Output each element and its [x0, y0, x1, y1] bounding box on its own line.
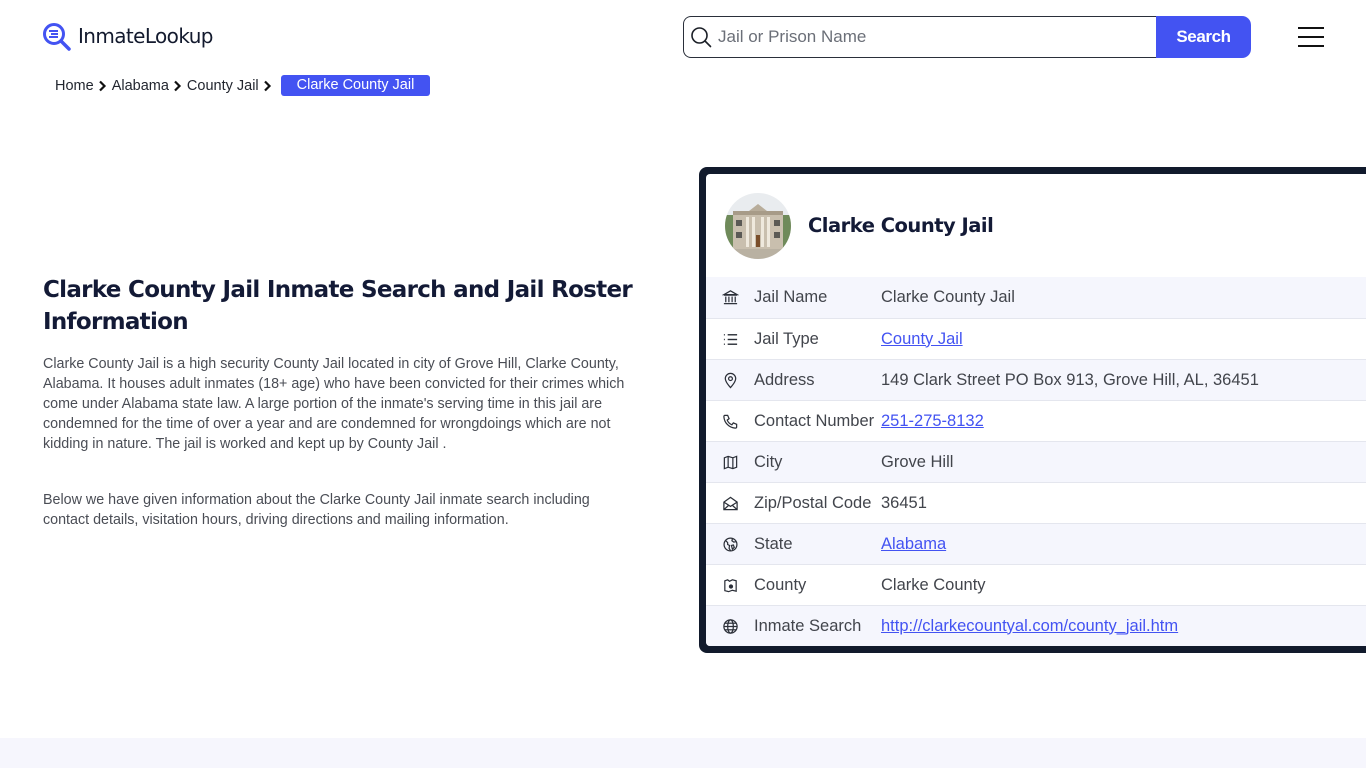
- info-row-county: County Clarke County: [706, 564, 1366, 605]
- search-button[interactable]: Search: [1156, 16, 1251, 58]
- menu-bar: [1298, 36, 1324, 38]
- map-icon: [706, 454, 754, 471]
- info-label: County: [754, 575, 807, 594]
- info-row-jail-name: Jail Name Clarke County Jail: [706, 277, 1366, 318]
- logo-magnifier-icon: [43, 23, 71, 51]
- info-label: City: [754, 452, 783, 471]
- info-value: Clarke County Jail: [881, 288, 1015, 306]
- info-label: Zip/Postal Code: [754, 493, 872, 512]
- site-logo[interactable]: InmateLookup: [42, 22, 213, 52]
- map-pin-icon: [706, 372, 754, 389]
- state-link[interactable]: Alabama: [881, 535, 946, 554]
- info-row-state: State Alabama: [706, 523, 1366, 564]
- footer-band: [0, 738, 1366, 768]
- breadcrumb-jail-type[interactable]: County Jail: [187, 78, 259, 94]
- menu-bar: [1298, 45, 1324, 47]
- info-value: 149 Clark Street PO Box 913, Grove Hill,…: [881, 370, 1259, 389]
- breadcrumb-current: Clarke County Jail: [280, 75, 431, 96]
- info-label: Jail Type: [754, 329, 819, 348]
- chevron-right-icon: [259, 80, 277, 92]
- page-title: Clarke County Jail Inmate Search and Jai…: [43, 277, 633, 335]
- card-title: Clarke County Jail: [808, 214, 994, 237]
- county-map-icon: [706, 577, 754, 594]
- info-value: Clarke County: [881, 575, 986, 594]
- info-row-inmate-search: Inmate Search http://clarkecountyal.com/…: [706, 605, 1366, 646]
- chevron-right-icon: [94, 80, 112, 92]
- mail-open-icon: [706, 495, 754, 512]
- world-icon: [706, 618, 754, 635]
- jail-info-card: Clarke County Jail Jail Name Clarke Coun…: [699, 167, 1366, 653]
- info-row-contact-number: Contact Number 251-275-8132: [706, 400, 1366, 441]
- building-columns-icon: [706, 289, 754, 306]
- info-row-city: City Grove Hill: [706, 441, 1366, 482]
- info-row-address: Address 149 Clark Street PO Box 913, Gro…: [706, 359, 1366, 400]
- search-input[interactable]: [718, 27, 1156, 47]
- breadcrumb-home[interactable]: Home: [55, 78, 94, 94]
- list-icon: [706, 331, 754, 348]
- phone-icon: [706, 413, 754, 430]
- search-box: [683, 16, 1156, 58]
- info-table: Jail Name Clarke County Jail Jail Type C…: [706, 277, 1366, 646]
- chevron-right-icon: [169, 80, 187, 92]
- info-label: Jail Name: [754, 288, 828, 306]
- hamburger-menu-icon[interactable]: [1298, 27, 1324, 47]
- phone-link[interactable]: 251-275-8132: [881, 412, 984, 431]
- jail-type-link[interactable]: County Jail: [881, 330, 963, 349]
- description-paragraph: Clarke County Jail is a high security Co…: [43, 356, 625, 452]
- info-label: Inmate Search: [754, 616, 862, 635]
- info-label: State: [754, 534, 793, 553]
- menu-bar: [1298, 27, 1324, 29]
- jail-photo: [725, 192, 791, 259]
- info-value: Grove Hill: [881, 452, 954, 471]
- info-value: 36451: [881, 493, 927, 512]
- search-form: Search: [683, 16, 1251, 58]
- info-label: Contact Number: [754, 411, 875, 430]
- courthouse-image: [725, 192, 791, 259]
- info-label: Address: [754, 370, 815, 389]
- breadcrumb-state[interactable]: Alabama: [112, 78, 169, 94]
- description-paragraph: Below we have given information about th…: [43, 492, 590, 528]
- search-icon: [691, 27, 712, 48]
- info-row-jail-type: Jail Type County Jail: [706, 318, 1366, 359]
- breadcrumb: Home Alabama County Jail Clarke County J…: [55, 75, 431, 96]
- card-header: Clarke County Jail: [706, 174, 1366, 277]
- logo-text: InmateLookup: [78, 24, 213, 48]
- inmate-search-link[interactable]: http://clarkecountyal.com/county_jail.ht…: [881, 617, 1178, 636]
- globe-region-icon: [706, 536, 754, 553]
- info-row-zip: Zip/Postal Code 36451: [706, 482, 1366, 523]
